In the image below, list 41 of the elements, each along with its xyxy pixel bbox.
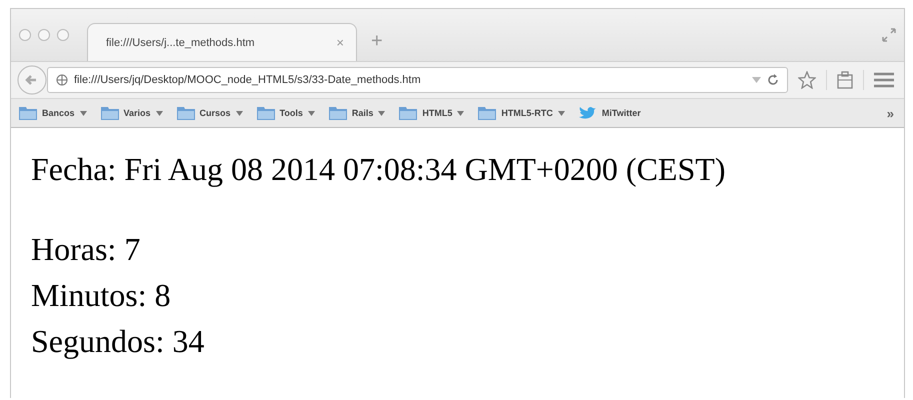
folder-icon bbox=[256, 106, 275, 120]
folder-icon bbox=[176, 106, 195, 120]
clipboard-icon[interactable] bbox=[837, 71, 853, 89]
folder-icon bbox=[399, 106, 418, 120]
time-text: Segundos: 34 bbox=[31, 322, 206, 361]
address-field[interactable]: file:///Users/jq/Desktop/MOOC_node_HTML5/s3/33-Date_methods.htm bbox=[47, 67, 788, 93]
time-text: Minutos: 8 bbox=[31, 276, 172, 315]
menu-icon[interactable] bbox=[874, 72, 894, 88]
globe-icon bbox=[56, 74, 68, 86]
bookmark-item[interactable]: Cursos bbox=[176, 106, 243, 120]
dropdown-icon[interactable] bbox=[752, 77, 761, 83]
caret-icon bbox=[558, 110, 565, 116]
caret-icon bbox=[80, 110, 87, 116]
bookmark-item[interactable]: Rails bbox=[328, 106, 386, 120]
window-control-icon[interactable] bbox=[19, 29, 31, 41]
star-icon[interactable] bbox=[798, 71, 816, 89]
caret-icon bbox=[378, 110, 386, 116]
date-text: Fecha: Fri Aug 08 2014 07:08:34 GMT+0200 (CEST) bbox=[31, 150, 726, 189]
window-control-icon[interactable] bbox=[57, 29, 69, 41]
bird-icon bbox=[578, 106, 597, 120]
caret-icon bbox=[236, 110, 243, 116]
caret-icon bbox=[308, 110, 315, 116]
bookmark-item[interactable]: HTML5 bbox=[399, 106, 464, 120]
more-bookmarks-button[interactable]: » bbox=[886, 106, 894, 120]
folder-icon bbox=[100, 106, 119, 120]
folder-icon bbox=[328, 106, 347, 120]
folder-icon bbox=[478, 106, 496, 120]
bookmark-item[interactable]: Varios bbox=[100, 106, 163, 120]
bookmark-item[interactable]: MiTwitter bbox=[578, 106, 641, 120]
time-text: Horas: 7 bbox=[31, 230, 142, 269]
folder-icon bbox=[19, 106, 37, 120]
browser-tab[interactable]: file:///Users/j...te_methods.htm × bbox=[87, 23, 357, 61]
caret-icon bbox=[457, 110, 464, 116]
bookmark-item[interactable]: Bancos bbox=[19, 106, 87, 120]
caret-icon bbox=[156, 110, 163, 116]
back-button[interactable] bbox=[17, 65, 47, 95]
reload-icon[interactable] bbox=[767, 74, 779, 86]
bookmark-item[interactable]: Tools bbox=[256, 106, 315, 120]
bookmark-item[interactable]: HTML5-RTC bbox=[478, 106, 565, 120]
window-control-icon[interactable] bbox=[38, 29, 50, 41]
fullscreen-icon[interactable] bbox=[882, 28, 896, 42]
